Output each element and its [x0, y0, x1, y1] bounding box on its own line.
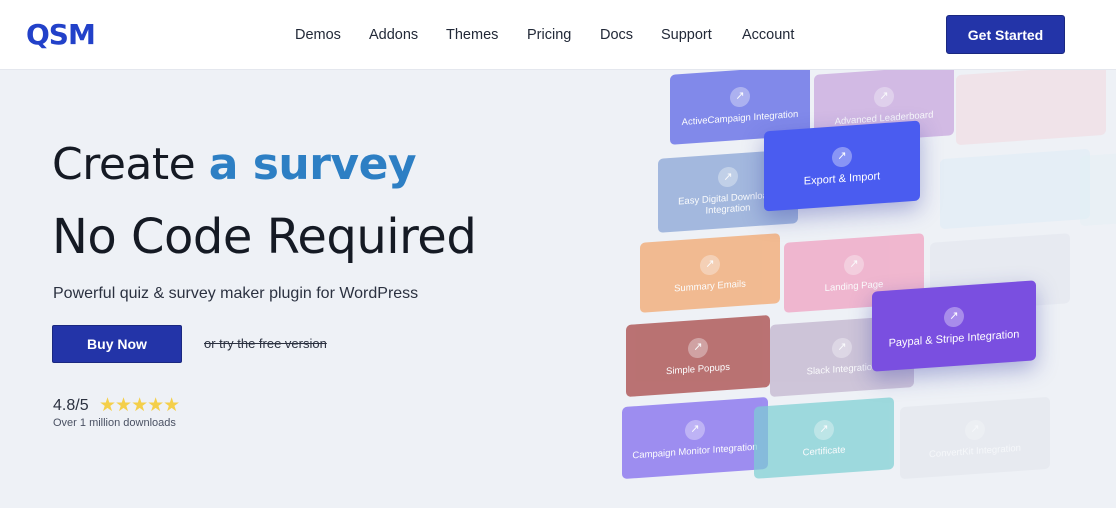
- hero-title-line1: Create a survey: [52, 138, 417, 192]
- site-header: QSM Demos Addons Themes Pricing Docs Sup…: [0, 0, 1116, 70]
- hero-title-prefix: Create: [52, 139, 209, 190]
- hero-title-line2: No Code Required: [52, 209, 477, 265]
- downloads-count: Over 1 million downloads: [53, 417, 176, 429]
- leaderboard-icon: ↗: [874, 85, 894, 108]
- addon-tiles-collage: ↗ ActiveCampaign Integration ↗ Advanced Lea…: [600, 70, 1116, 508]
- addon-tile[interactable]: [956, 70, 1106, 146]
- hero-title-accent: a survey: [208, 139, 417, 190]
- arrow-icon: ↗: [730, 85, 750, 108]
- nav-addons[interactable]: Addons: [369, 24, 418, 46]
- addon-tile[interactable]: ↗ Certificate: [754, 397, 894, 479]
- addon-tile[interactable]: ↗ Summary Emails: [640, 233, 780, 313]
- qsm-logo[interactable]: QSM: [26, 18, 96, 52]
- page-icon: ↗: [844, 253, 864, 276]
- addon-tile[interactable]: ↗ ConvertKit Integration: [900, 396, 1050, 480]
- buy-now-button[interactable]: Buy Now: [52, 325, 182, 363]
- addon-tile[interactable]: ↗ Export & Import: [764, 120, 920, 212]
- popup-icon: ↗: [688, 336, 708, 359]
- download-icon: ↗: [718, 166, 738, 188]
- addon-tile[interactable]: [1080, 151, 1116, 227]
- certificate-icon: ↗: [814, 418, 834, 441]
- addon-tile-label: Simple Popups: [666, 361, 730, 377]
- nav-support[interactable]: Support: [661, 24, 712, 46]
- addon-tile[interactable]: ↗ Campaign Monitor Integration: [622, 396, 768, 480]
- addon-tile[interactable]: ↗ Simple Popups: [626, 314, 770, 398]
- nav-docs[interactable]: Docs: [600, 24, 633, 46]
- addon-tile-label: Slack Integration: [806, 361, 878, 377]
- addon-tile-label: ActiveCampaign Integration: [681, 108, 799, 128]
- convertkit-icon: ↗: [965, 418, 985, 441]
- addon-tile-label: Summary Emails: [674, 277, 746, 295]
- card-icon: ↗: [944, 305, 964, 328]
- mail-icon: ↗: [700, 253, 720, 276]
- addon-tile-label: Paypal & Stripe Integration: [888, 327, 1020, 350]
- rating-stars-icon: ★★★★★: [99, 395, 180, 416]
- free-version-link[interactable]: or try the free version: [204, 335, 327, 353]
- addon-tile-label: Export & Import: [803, 169, 881, 188]
- nav-demos[interactable]: Demos: [295, 24, 341, 46]
- addon-tile-label: Certificate: [802, 444, 846, 458]
- monitor-icon: ↗: [685, 418, 705, 441]
- nav-pricing[interactable]: Pricing: [527, 24, 571, 46]
- rating-score: 4.8/5: [53, 397, 89, 414]
- addon-tile[interactable]: ↗ Paypal & Stripe Integration: [872, 280, 1036, 372]
- get-started-button[interactable]: Get Started: [946, 15, 1065, 54]
- slack-icon: ↗: [832, 336, 852, 359]
- export-icon: ↗: [832, 145, 852, 168]
- nav-account[interactable]: Account: [742, 24, 794, 46]
- addon-tile-label: Campaign Monitor Integration: [632, 441, 758, 461]
- nav-themes[interactable]: Themes: [446, 24, 498, 46]
- addon-tile[interactable]: [940, 148, 1090, 230]
- addon-tile-label: ConvertKit Integration: [929, 442, 1021, 460]
- hero-subtitle: Powerful quiz & survey maker plugin for …: [53, 285, 419, 302]
